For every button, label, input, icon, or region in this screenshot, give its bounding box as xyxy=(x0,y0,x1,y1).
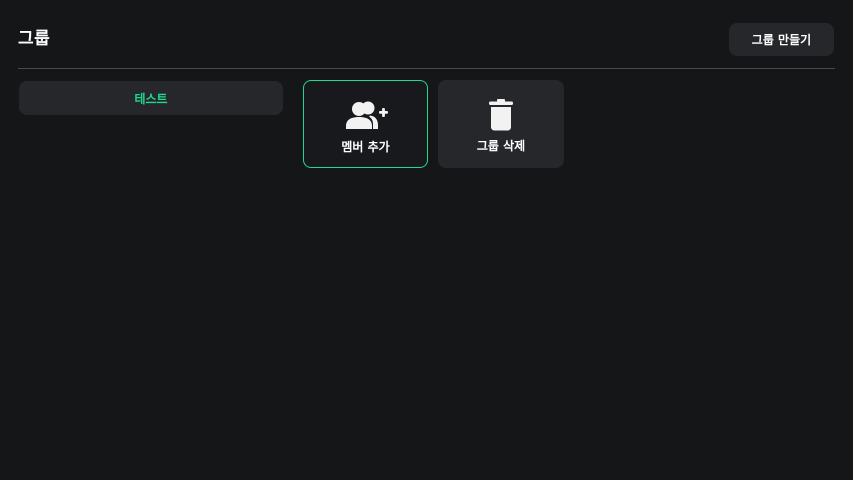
page-title: 그룹 xyxy=(18,29,51,49)
group-name: 테스트 xyxy=(134,91,168,106)
add-member-button[interactable]: 멤버 추가 xyxy=(303,80,428,168)
header-divider xyxy=(18,68,835,69)
delete-group-label: 그룹 삭제 xyxy=(476,139,526,153)
group-list-item[interactable]: 테스트 xyxy=(19,81,283,115)
add-member-label: 멤버 추가 xyxy=(341,140,390,154)
groups-page: 그룹 그룹 만들기 테스트 멤버 추가 그룹 삭제 xyxy=(0,0,853,480)
delete-group-button[interactable]: 그룹 삭제 xyxy=(438,80,564,168)
trash-icon xyxy=(488,98,514,132)
create-group-button[interactable]: 그룹 만들기 xyxy=(729,23,834,56)
add-member-icon xyxy=(344,99,388,133)
